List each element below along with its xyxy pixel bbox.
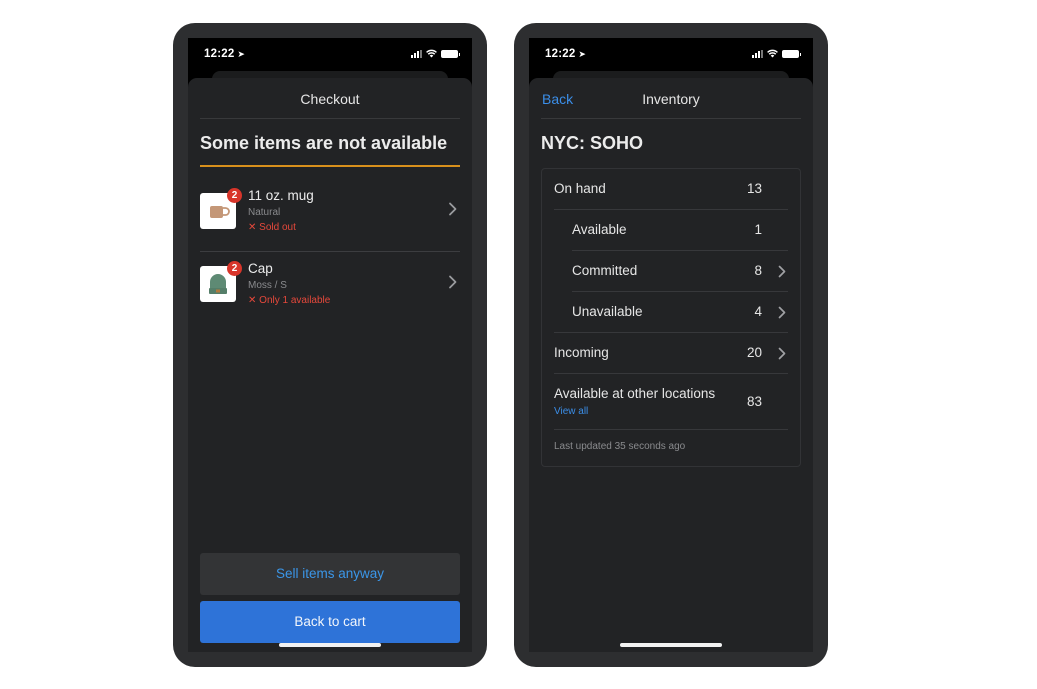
item-variant: Natural xyxy=(248,207,281,218)
sell-items-anyway-button[interactable]: Sell items anyway xyxy=(200,553,460,595)
screen: 12:22 ➤ Checkout Some items are not avail… xyxy=(188,38,472,652)
checkout-sheet: Checkout Some items are not available 2 … xyxy=(188,78,472,652)
row-value: 4 xyxy=(754,304,762,319)
quantity-badge: 2 xyxy=(227,188,242,203)
nav-title: Checkout xyxy=(300,91,360,107)
signal-icon xyxy=(752,49,763,58)
cap-icon xyxy=(209,274,227,294)
item-divider xyxy=(200,251,460,252)
screen: 12:22 ➤ Inventory Back NYC: SOHO On hand … xyxy=(529,38,813,652)
phone-inventory: 12:22 ➤ Inventory Back NYC: SOHO On hand … xyxy=(514,23,828,667)
status-icons xyxy=(411,49,460,58)
warning-divider xyxy=(200,165,460,167)
row-divider xyxy=(554,429,788,430)
row-available: Available 1 xyxy=(554,210,788,251)
wifi-icon xyxy=(426,49,437,58)
chevron-right-icon xyxy=(778,347,786,360)
nav-bar: Checkout xyxy=(200,78,460,119)
inventory-card: On hand 13 Available 1 Committed 8 Unava… xyxy=(541,168,801,467)
row-value: 8 xyxy=(754,263,762,278)
chevron-right-icon xyxy=(778,265,786,278)
last-updated-text: Last updated 35 seconds ago xyxy=(554,441,686,452)
row-committed[interactable]: Committed 8 xyxy=(554,251,788,292)
mug-icon xyxy=(210,206,230,218)
battery-icon xyxy=(441,49,460,58)
row-incoming[interactable]: Incoming 20 xyxy=(554,333,788,374)
row-label: Available xyxy=(572,222,627,237)
row-label: Committed xyxy=(572,263,638,278)
nav-title: Inventory xyxy=(642,91,700,107)
status-time: 12:22 xyxy=(545,48,576,60)
row-value: 83 xyxy=(746,394,762,409)
inventory-sheet: Inventory Back NYC: SOHO On hand 13 Avai… xyxy=(529,78,813,652)
item-status-text: Sold out xyxy=(259,222,296,233)
row-label: On hand xyxy=(554,181,606,196)
list-item-mug[interactable]: 2 11 oz. mug Natural ✕ Sold out xyxy=(200,182,460,254)
item-status: ✕ Sold out xyxy=(248,222,296,233)
location-arrow-icon: ➤ xyxy=(237,49,246,59)
phone-checkout: 12:22 ➤ Checkout Some items are not avail… xyxy=(173,23,487,667)
status-time-wrap: 12:22 ➤ xyxy=(545,48,586,60)
home-indicator[interactable] xyxy=(620,643,722,647)
wifi-icon xyxy=(767,49,778,58)
row-on-hand: On hand 13 xyxy=(554,169,788,210)
back-button[interactable]: Back xyxy=(542,91,573,107)
quantity-badge: 2 xyxy=(227,261,242,276)
row-value: 1 xyxy=(754,222,762,237)
view-all-link[interactable]: View all xyxy=(554,406,588,417)
item-name: Cap xyxy=(248,261,273,276)
row-value: 13 xyxy=(746,181,762,196)
row-value: 20 xyxy=(746,345,762,360)
chevron-right-icon xyxy=(449,275,457,289)
location-heading: NYC: SOHO xyxy=(541,133,644,153)
item-variant: Moss / S xyxy=(248,280,287,291)
chevron-right-icon xyxy=(778,306,786,319)
page-heading: Some items are not available xyxy=(200,133,448,153)
home-indicator[interactable] xyxy=(279,643,381,647)
item-status-text: Only 1 available xyxy=(259,295,331,306)
signal-icon xyxy=(411,49,422,58)
row-label: Available at other locations xyxy=(554,386,716,401)
error-x-icon: ✕ xyxy=(248,222,260,233)
chevron-right-icon xyxy=(449,202,457,216)
nav-bar: Inventory Back xyxy=(541,78,801,119)
list-item-cap[interactable]: 2 Cap Moss / S ✕ Only 1 available xyxy=(200,255,460,327)
back-to-cart-button[interactable]: Back to cart xyxy=(200,601,460,643)
row-other-locations: Available at other locations View all 83 xyxy=(554,374,788,430)
row-label: Incoming xyxy=(554,345,609,360)
row-unavailable[interactable]: Unavailable 4 xyxy=(554,292,788,333)
row-label: Unavailable xyxy=(572,304,643,319)
status-time: 12:22 xyxy=(204,48,235,60)
battery-icon xyxy=(782,49,801,58)
item-name: 11 oz. mug xyxy=(248,188,314,203)
location-arrow-icon: ➤ xyxy=(578,49,587,59)
status-time-wrap: 12:22 ➤ xyxy=(204,48,245,60)
item-status: ✕ Only 1 available xyxy=(248,295,330,306)
status-icons xyxy=(752,49,801,58)
error-x-icon: ✕ xyxy=(248,295,260,306)
